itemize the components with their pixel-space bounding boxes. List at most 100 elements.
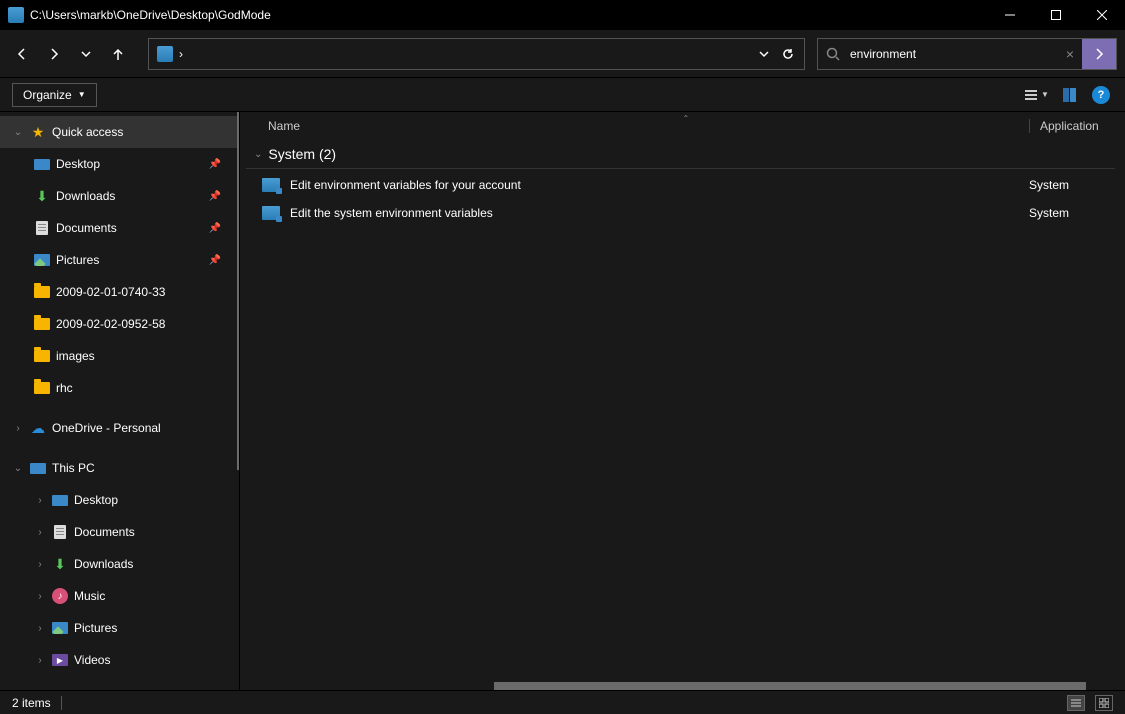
sidebar-item[interactable]: 2009-02-01-0740-33 <box>0 276 239 308</box>
sidebar-item-label: Downloads <box>74 557 133 571</box>
sidebar-item[interactable]: › Pictures <box>0 612 239 644</box>
result-row[interactable]: Edit environment variables for your acco… <box>240 171 1125 199</box>
view-options-button[interactable]: ▼ <box>1025 83 1049 107</box>
control-panel-icon <box>157 46 173 62</box>
status-bar: 2 items <box>0 690 1125 714</box>
title-bar: C:\Users\markb\OneDrive\Desktop\GodMode <box>0 0 1125 30</box>
sidebar-label: This PC <box>52 461 95 475</box>
sidebar-item-label: Videos <box>74 653 110 667</box>
clear-search-button[interactable]: × <box>1058 46 1082 62</box>
command-bar: Organize ▼ ▼ ? <box>0 78 1125 112</box>
help-button[interactable]: ? <box>1089 83 1113 107</box>
folder-icon <box>34 318 50 330</box>
column-application[interactable]: Application <box>1029 119 1109 133</box>
sort-indicator-icon: ⌃ <box>683 114 690 123</box>
sidebar-item[interactable]: › Desktop <box>0 484 239 516</box>
chevron-down-icon[interactable]: ⌄ <box>12 127 24 138</box>
chevron-right-icon[interactable]: › <box>34 623 46 634</box>
maximize-button[interactable] <box>1033 0 1079 30</box>
pin-icon: 📌 <box>209 159 221 170</box>
window-title: C:\Users\markb\OneDrive\Desktop\GodMode <box>30 8 987 22</box>
sidebar-item[interactable]: images <box>0 340 239 372</box>
picture-icon <box>52 622 68 634</box>
status-item-count: 2 items <box>12 696 51 710</box>
sidebar-item-label: Documents <box>74 525 135 539</box>
sidebar-item[interactable]: rhc <box>0 372 239 404</box>
control-panel-item-icon <box>262 206 280 220</box>
download-icon: ⬇ <box>36 188 48 205</box>
sidebar-scrollbar[interactable] <box>237 112 239 470</box>
search-box[interactable]: × <box>817 38 1117 70</box>
chevron-right-icon[interactable]: › <box>34 591 46 602</box>
result-application: System <box>1029 178 1109 192</box>
app-icon <box>8 7 24 23</box>
up-button[interactable] <box>104 40 132 68</box>
sidebar-item[interactable]: ›▶Videos <box>0 644 239 676</box>
music-icon: ♪ <box>52 588 68 604</box>
pin-icon: 📌 <box>209 255 221 266</box>
sidebar-item[interactable]: Desktop 📌 <box>0 148 239 180</box>
result-application: System <box>1029 206 1109 220</box>
picture-icon <box>34 254 50 266</box>
result-row[interactable]: Edit the system environment variablesSys… <box>240 199 1125 227</box>
organize-button[interactable]: Organize ▼ <box>12 83 97 107</box>
sidebar-item-label: Pictures <box>74 621 117 635</box>
sidebar-item[interactable]: › ⬇ Downloads <box>0 548 239 580</box>
column-headers[interactable]: Name ⌃ Application <box>240 112 1125 140</box>
content-pane: Name ⌃ Application ⌄ System (2) Edit env… <box>240 112 1125 690</box>
recent-locations-button[interactable] <box>72 40 100 68</box>
breadcrumb[interactable]: › <box>179 47 183 61</box>
back-button[interactable] <box>8 40 36 68</box>
sidebar-label: Quick access <box>52 125 123 139</box>
caret-down-icon: ▼ <box>78 90 86 99</box>
search-input[interactable] <box>848 46 1058 62</box>
desktop-icon <box>52 495 68 506</box>
sidebar-item[interactable]: › Documents <box>0 516 239 548</box>
sidebar-item-label: images <box>56 349 95 363</box>
nav-bar: › × <box>0 30 1125 78</box>
sidebar-item-label: Downloads <box>56 189 115 203</box>
chevron-right-icon[interactable]: › <box>34 527 46 538</box>
document-icon <box>36 221 48 235</box>
column-name[interactable]: Name <box>268 119 1029 133</box>
close-button[interactable] <box>1079 0 1125 30</box>
result-name: Edit the system environment variables <box>290 206 1029 220</box>
preview-pane-button[interactable] <box>1057 83 1081 107</box>
organize-label: Organize <box>23 88 72 102</box>
horizontal-scrollbar[interactable] <box>494 682 1111 690</box>
sidebar-item-label: 2009-02-01-0740-33 <box>56 285 165 299</box>
chevron-down-icon[interactable]: ⌄ <box>12 463 24 474</box>
address-history-button[interactable] <box>752 42 776 66</box>
minimize-button[interactable] <box>987 0 1033 30</box>
search-icon <box>826 47 840 61</box>
chevron-right-icon[interactable]: › <box>12 423 24 434</box>
chevron-right-icon[interactable]: › <box>34 655 46 666</box>
group-label: System (2) <box>268 146 336 162</box>
sidebar-item[interactable]: Pictures📌 <box>0 244 239 276</box>
pin-icon: 📌 <box>209 191 221 202</box>
chevron-right-icon[interactable]: › <box>34 559 46 570</box>
chevron-right-icon[interactable]: › <box>34 495 46 506</box>
navigation-pane[interactable]: ⌄ ★ Quick access Desktop 📌 ⬇ Downloads 📌 Docu… <box>0 112 240 690</box>
folder-icon <box>34 382 50 394</box>
details-view-button[interactable] <box>1067 695 1085 711</box>
group-header-system[interactable]: ⌄ System (2) <box>246 140 1115 169</box>
sidebar-item[interactable]: ⬇ Downloads 📌 <box>0 180 239 212</box>
sidebar-onedrive[interactable]: › ☁ OneDrive - Personal <box>0 412 239 444</box>
pc-icon <box>30 463 46 474</box>
refresh-button[interactable] <box>776 42 800 66</box>
address-bar[interactable]: › <box>148 38 805 70</box>
thumbnails-view-button[interactable] <box>1095 695 1113 711</box>
search-submit-button[interactable] <box>1082 39 1116 69</box>
sidebar-item[interactable]: 2009-02-02-0952-58 <box>0 308 239 340</box>
sidebar-item[interactable]: Documents📌 <box>0 212 239 244</box>
sidebar-item-label: Desktop <box>56 157 100 171</box>
sidebar-item-label: Documents <box>56 221 117 235</box>
forward-button[interactable] <box>40 40 68 68</box>
download-icon: ⬇ <box>54 556 66 573</box>
sidebar-this-pc[interactable]: ⌄ This PC <box>0 452 239 484</box>
sidebar-item[interactable]: ›♪Music <box>0 580 239 612</box>
chevron-down-icon[interactable]: ⌄ <box>254 149 262 160</box>
sidebar-item-label: Desktop <box>74 493 118 507</box>
sidebar-quick-access[interactable]: ⌄ ★ Quick access <box>0 116 239 148</box>
